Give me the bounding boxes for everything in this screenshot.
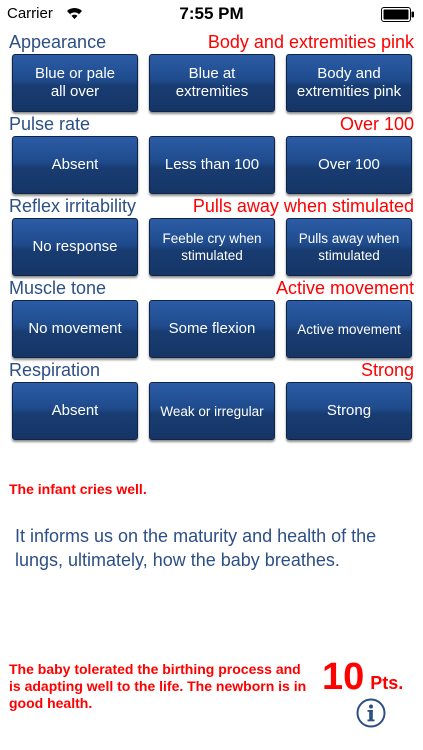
option-less-than-100-button[interactable]: Less than 100 [149,136,275,194]
section-title: Appearance [9,32,107,52]
status-bar: Carrier 7:55 PM [0,0,423,28]
section-title: Muscle tone [9,278,107,298]
selected-value: Strong [360,360,414,380]
option-some-flexion-button[interactable]: Some flexion [149,300,275,358]
option-body-extremities-pink-button[interactable]: Body and extremities pink [286,54,412,112]
info-icon[interactable] [356,698,386,728]
option-row: No movement Some flexion Active movement [12,300,412,358]
option-absent-button[interactable]: Absent [12,382,138,440]
option-row: Blue or pale all over Blue at extremitie… [12,54,412,112]
summary-text: The baby tolerated the birthing process … [9,661,307,711]
info-text: It informs us on the maturity and health… [15,526,377,570]
option-feeble-cry-button[interactable]: Feeble cry when stimulated [149,218,275,276]
option-blue-or-pale-button[interactable]: Blue or pale all over [12,54,138,112]
score-display: 10 Pts. [322,656,403,699]
option-over-100-button[interactable]: Over 100 [286,136,412,194]
status-time: 7:55 PM [179,4,244,23]
option-strong-button[interactable]: Strong [286,382,412,440]
section-title: Pulse rate [9,114,91,134]
option-row: Absent Less than 100 Over 100 [12,136,412,194]
hint-text: The infant cries well. [9,481,147,497]
option-row: No response Feeble cry when stimulated P… [12,218,412,276]
selected-value: Body and extremities pink [207,32,414,52]
option-active-movement-button[interactable]: Active movement [286,300,412,358]
option-blue-at-extremities-button[interactable]: Blue at extremities [149,54,275,112]
section-title: Reflex irritability [9,196,137,216]
option-weak-or-irregular-button[interactable]: Weak or irregular [149,382,275,440]
section-title: Respiration [9,360,101,380]
score-unit: Pts. [370,673,404,693]
selected-value: Pulls away when stimulated [192,196,414,216]
option-row: Absent Weak or irregular Strong [12,382,412,440]
score-value: 10 [322,656,365,698]
selected-value: Active movement [275,278,414,298]
option-no-response-button[interactable]: No response [12,218,138,276]
selected-value: Over 100 [339,114,414,134]
option-absent-button[interactable]: Absent [12,136,138,194]
option-pulls-away-button[interactable]: Pulls away when stimulated [286,218,412,276]
option-no-movement-button[interactable]: No movement [12,300,138,358]
battery-icon [381,7,414,22]
